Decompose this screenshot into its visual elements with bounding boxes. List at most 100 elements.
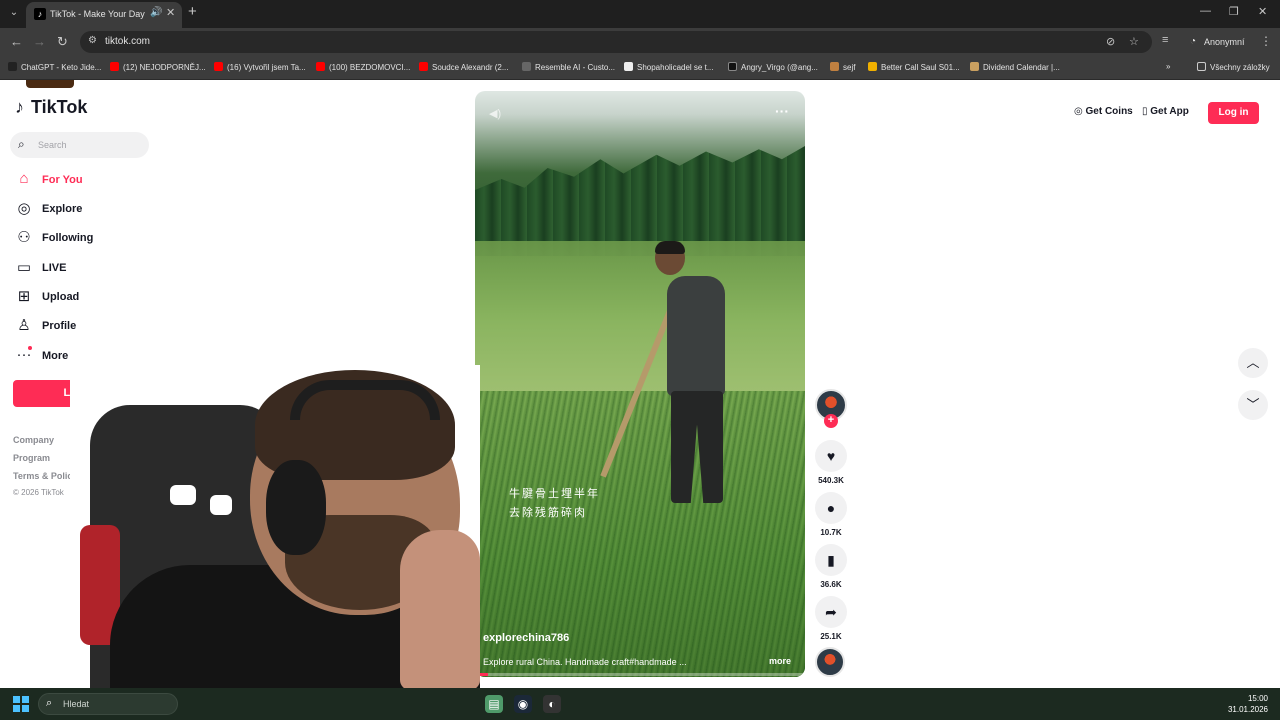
get-app-link[interactable]: ▯ Get App [1142,106,1189,117]
steam-icon[interactable]: ◉ [514,695,532,713]
bookmark-item[interactable]: Better Call Saul S01... [868,62,960,72]
share-button[interactable]: ➦ [815,596,847,628]
forward-icon[interactable]: → [33,34,46,49]
compass-icon: ◎ [17,200,31,217]
streamer-hand [400,530,480,690]
profile-chip[interactable]: ◔ Anonymní [1182,31,1248,53]
bookmark-item[interactable]: (12) NEJODPORNĚJ... [110,62,206,72]
browser-tab-bar: ⌄ ♪ TikTok - Make Your Day 🔊 ✕ + — ❐ ✕ [0,0,1280,28]
folder-icon [1197,62,1206,71]
bookmark-star-icon[interactable]: ☆ [1129,35,1139,48]
headphones [266,460,326,555]
coin-icon: ◎ [1074,106,1086,117]
youtube-icon [110,62,119,71]
video-caption-line-1: 牛腱骨土埋半年 [509,487,600,500]
all-bookmarks-folder[interactable]: Všechny záložky [1197,62,1270,72]
video-field [475,241,805,391]
back-icon[interactable]: ← [10,34,23,49]
tab-search-icon[interactable]: ⌄ [6,5,22,21]
video-username[interactable]: explorechina786 [483,632,569,644]
webcam-overlay [70,365,480,720]
music-disc-avatar[interactable] [815,647,845,677]
previous-video-button[interactable]: ︿ [1238,348,1268,378]
openai-icon [8,62,17,71]
windows-taskbar: ⌕ Hledat ▤ ◉ ◐ 15:00 31.01.2026 [0,688,1280,720]
reload-icon[interactable]: ↻ [57,34,68,50]
site-info-icon[interactable]: ⚙ [88,35,97,46]
bookmark-item[interactable]: Resemble AI - Custo... [522,62,615,72]
chevron-up-icon: ︿ [1246,355,1260,370]
comment-count: 10.7K [820,528,842,537]
windows-start-icon[interactable] [13,696,29,712]
browser-tab[interactable]: ♪ TikTok - Make Your Day 🔊 ✕ [26,2,182,28]
tiktok-icon [728,62,737,71]
youtube-icon [316,62,325,71]
bookmark-icon: ▮ [827,552,835,568]
bookmark-item[interactable]: Angry_Virgo (@ang... [728,62,818,72]
video-caption-line-2: 去除残筋碎肉 [509,506,587,519]
video-forest [475,146,805,256]
home-icon: ⌂ [19,170,29,187]
browser-menu-icon[interactable]: ⋮ [1260,34,1272,48]
chair-cutout [210,495,232,515]
copyright: © 2026 TikTok [13,488,64,497]
taskbar-search[interactable]: ⌕ Hledat [38,693,178,715]
next-video-button[interactable]: ﹀ [1238,390,1268,420]
headphone-band [290,380,440,420]
profile-label: Anonymní [1204,37,1245,47]
logo-decoration [26,80,74,88]
restore-icon[interactable]: ❐ [1229,5,1239,18]
tiktok-note-icon: ♪ [15,97,24,117]
search-placeholder: Search [38,140,67,150]
comment-icon: ● [826,500,836,516]
chair-cutout [170,485,196,505]
person-icon: ♙ [17,317,31,334]
bookmark-item[interactable]: Soudce Alexandr (2... [419,62,509,72]
mute-icon[interactable]: ◀) [489,107,501,120]
video-player[interactable]: 牛腱骨土埋半年 去除残筋碎肉 ◀) ··· explorechina786 Ex… [475,91,805,677]
share-icon: ➦ [825,604,837,620]
app-icon[interactable]: ◐ [543,695,561,713]
bookmark-item[interactable]: Dividend Calendar |... [970,62,1060,72]
plus-square-icon: ⊞ [17,288,31,305]
get-coins-link[interactable]: ◎ Get Coins [1074,106,1133,117]
video-progress-bar[interactable] [475,673,805,676]
tiktok-logo[interactable]: ♪ TikTok [15,97,87,118]
search-input[interactable]: ⌕ Search [10,132,149,158]
notepad-icon[interactable]: ▤ [485,695,503,713]
search-icon: ⌕ [46,697,53,709]
bookmark-item[interactable]: Shopaholicadel se t... [624,62,714,72]
bookmark-item[interactable]: (100) BEZDOMOVCI... [316,62,410,72]
video-farmer [667,276,725,396]
clock-time: 15:00 [1247,694,1268,703]
comment-button[interactable]: ● [815,492,847,524]
browser-toolbar: ← → ↻ ⚙ tiktok.com ⊘ ☆ ≡ ◔ Anonymní ⋮ [0,28,1280,56]
footer-link-program[interactable]: Program [13,453,50,463]
tab-close-icon[interactable]: ✕ [166,6,175,19]
video-more-button[interactable]: more [769,656,791,666]
like-button[interactable]: ♥ [815,440,847,472]
bookmark-item[interactable]: ChatGPT - Keto Jide... [8,62,101,72]
bookmarks-overflow-icon[interactable]: » [1166,62,1170,71]
eye-off-icon[interactable]: ⊘ [1106,35,1115,48]
system-clock[interactable]: 15:00 31.01.2026 [1222,693,1268,715]
reading-list-icon[interactable]: ≡ [1162,34,1168,46]
window-close-icon[interactable]: ✕ [1258,5,1267,18]
plex-icon [868,62,877,71]
minimize-icon[interactable]: — [1200,5,1211,17]
new-tab-icon[interactable]: + [188,3,197,20]
save-button[interactable]: ▮ [815,544,847,576]
address-bar[interactable]: ⚙ tiktok.com ⊘ ☆ [80,31,1152,53]
tv-icon: ▭ [16,259,32,276]
header-login-button[interactable]: Log in [1208,102,1259,124]
footer-link-company[interactable]: Company [13,435,54,445]
bookmark-item[interactable]: (16) Vytvořil jsem Ta... [214,62,306,72]
follow-plus-icon[interactable]: + [824,414,838,428]
speaker-icon[interactable]: 🔊 [150,7,162,18]
bookmark-item[interactable]: sejf [830,62,855,72]
notification-dot [28,346,32,350]
user-plus-icon: ⚇ [17,229,31,246]
url-text[interactable]: tiktok.com [105,36,150,47]
video-options-icon[interactable]: ··· [775,103,789,119]
video-farmer-hair [655,241,685,254]
